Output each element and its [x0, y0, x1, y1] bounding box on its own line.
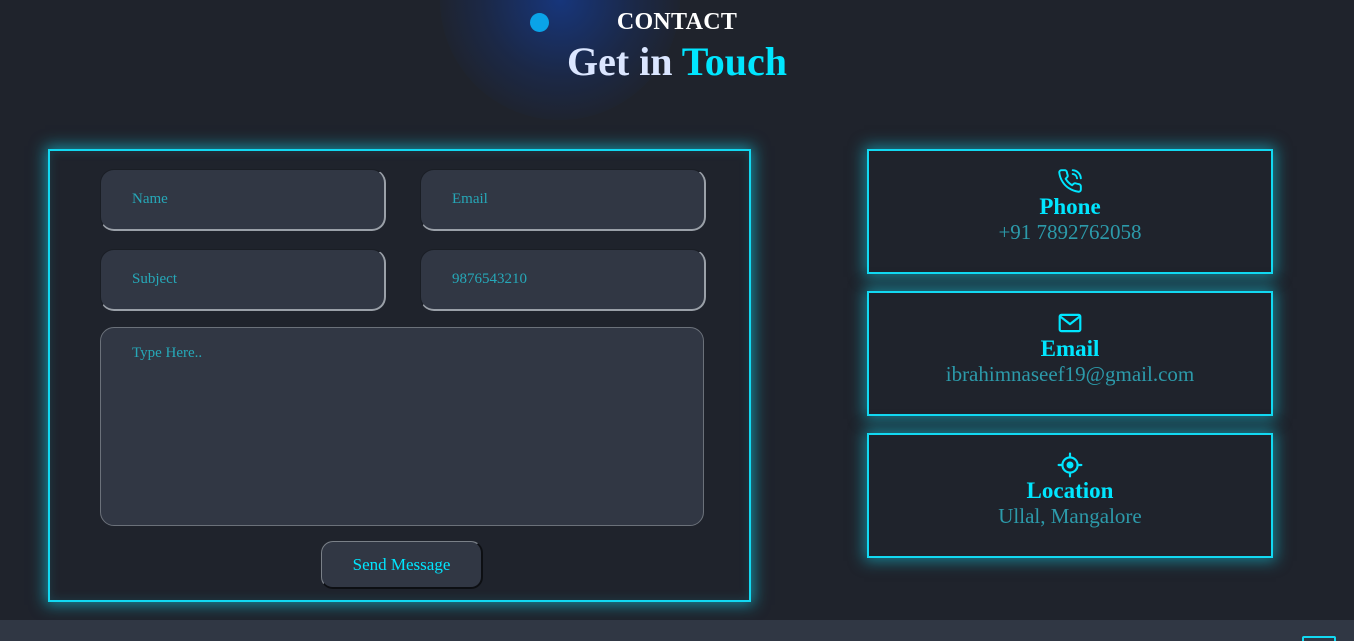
scroll-to-top-button[interactable]	[1302, 636, 1336, 641]
section-eyebrow: CONTACT	[616, 9, 738, 35]
subject-placeholder: Subject	[132, 271, 177, 287]
contact-form: Name Email Subject 9876543210 Type Here.…	[48, 149, 751, 602]
email-placeholder: Email	[452, 191, 488, 207]
email-value[interactable]: ibrahimnaseef19@gmail.com	[869, 361, 1271, 387]
contact-section: CONTACT Get in Touch Name Email Subject …	[0, 0, 1354, 641]
send-message-button[interactable]: Send Message	[321, 541, 483, 589]
title-part-2: Touch	[681, 39, 788, 84]
location-value: Ullal, Mangalore	[998, 504, 1142, 528]
contact-card-phone: Phone +91 7892762058	[867, 149, 1273, 274]
send-message-label: Send Message	[352, 554, 451, 574]
contact-card-location: Location Ullal, Mangalore	[867, 433, 1273, 558]
location-label: Location	[1026, 478, 1114, 503]
email-label: Email	[1040, 336, 1100, 361]
phone-value[interactable]: +91 7892762058	[869, 219, 1271, 245]
contact-card-email: Email ibrahimnaseef19@gmail.com	[867, 291, 1273, 416]
message-placeholder: Type Here..	[132, 345, 203, 361]
footer-bar	[0, 620, 1354, 641]
title-part-1: Get in	[566, 39, 673, 84]
name-placeholder: Name	[132, 191, 168, 207]
mail-icon	[1058, 313, 1082, 333]
location-target-icon	[1057, 452, 1083, 478]
phone-icon	[1058, 169, 1082, 193]
phone-label: Phone	[1039, 194, 1101, 219]
message-textarea[interactable]: Type Here..	[100, 327, 704, 526]
subject-input[interactable]: Subject	[100, 249, 386, 311]
phone-input[interactable]: 9876543210	[420, 249, 706, 311]
section-title: Get in Touch	[0, 38, 1354, 85]
email-input[interactable]: Email	[420, 169, 706, 231]
phone-placeholder: 9876543210	[452, 271, 527, 287]
name-input[interactable]: Name	[100, 169, 386, 231]
